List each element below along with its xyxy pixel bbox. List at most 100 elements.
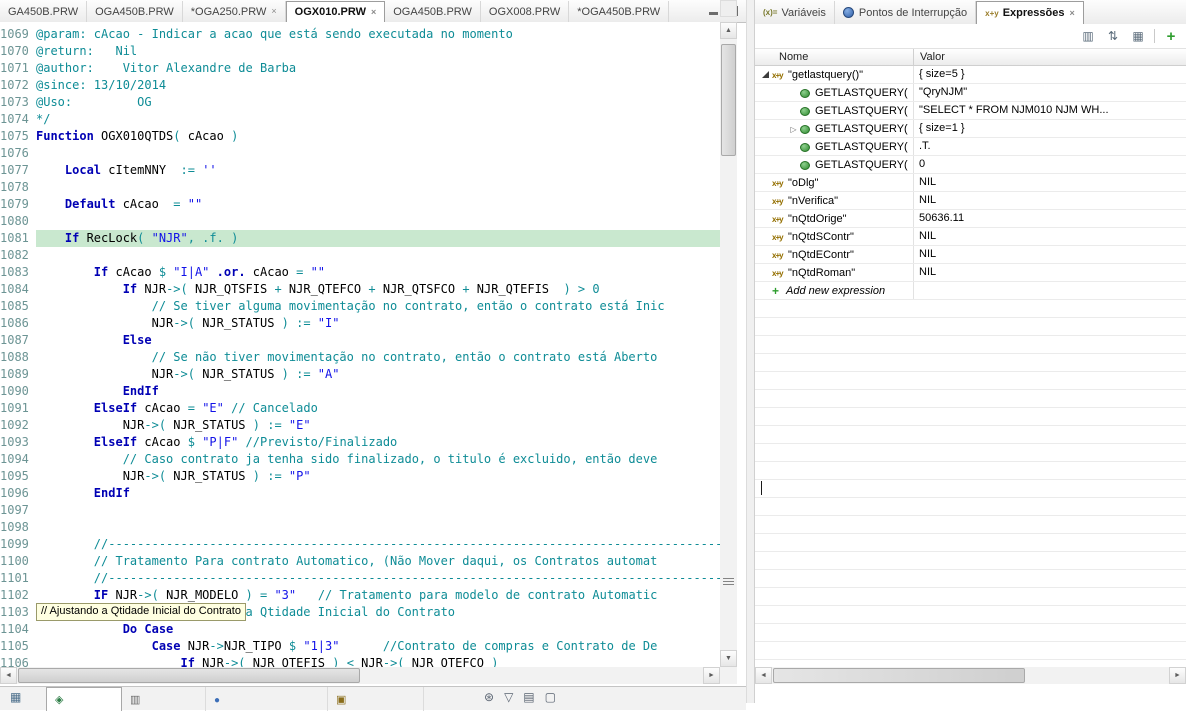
show-type-names-icon[interactable]: ▥: [1079, 27, 1097, 45]
expression-row[interactable]: x+y"nQtdRoman"NIL: [755, 264, 1186, 282]
panel-tab-express-es[interactable]: x+yExpressões×: [976, 1, 1084, 24]
code-line[interactable]: [36, 247, 720, 264]
panel-horizontal-scrollbar[interactable]: ◄ ►: [755, 667, 1186, 684]
editor-tab-oga450b-prw-2[interactable]: OGA450B.PRW: [87, 1, 183, 22]
code-line[interactable]: // Tratamento Para contrato Automatico, …: [36, 553, 720, 570]
close-tab-icon[interactable]: ×: [1069, 9, 1074, 18]
code-line[interactable]: NJR->( NJR_STATUS ) := "A": [36, 366, 720, 383]
expression-name-cell: ▷GETLASTQUERY(: [755, 120, 913, 138]
scroll-down-arrow[interactable]: ▼: [720, 650, 737, 667]
code-line[interactable]: If cAcao $ "I|A" .or. cAcao = "": [36, 264, 720, 281]
code-line[interactable]: [36, 179, 720, 196]
code-line[interactable]: If NJR->( NJR_QTEFIS ) < NJR->( NJR_QTEF…: [36, 655, 720, 667]
code-line[interactable]: // Se não tiver movimentação no contrato…: [36, 349, 720, 366]
code-line[interactable]: IF NJR->( NJR_MODELO ) = "3" // Tratamen…: [36, 587, 720, 604]
save-icon[interactable]: ▤: [523, 690, 534, 704]
editor-horizontal-scrollbar[interactable]: ◄ ►: [0, 667, 737, 684]
add-expression-row[interactable]: +Add new expression: [755, 282, 1186, 300]
code-line[interactable]: EndIf: [36, 383, 720, 400]
expression-row[interactable]: x+y"getlastquery()"{ size=5 }: [755, 66, 1186, 84]
editor-tab-oga250-prw-3[interactable]: *OGA250.PRW×: [183, 1, 286, 22]
current-debug-line[interactable]: If RecLock( "NJR", .f. ): [36, 230, 720, 247]
text-cursor: [761, 481, 762, 495]
code-line[interactable]: // Caso contrato ja tenha sido finalizad…: [36, 451, 720, 468]
show-logical-structures-icon[interactable]: ⇅: [1104, 27, 1122, 45]
code-line[interactable]: EndIf: [36, 485, 720, 502]
minimize-icon[interactable]: [708, 6, 719, 16]
column-header-valor[interactable]: Valor: [913, 49, 945, 67]
scroll-up-arrow[interactable]: ▲: [720, 22, 737, 39]
code-text[interactable]: @param: cAcao - Indicar a acao que está …: [36, 26, 720, 667]
code-line[interactable]: [36, 213, 720, 230]
scroll-left-arrow[interactable]: ◄: [755, 667, 772, 684]
panel-tab-vari-veis[interactable]: (x)=Variáveis: [755, 1, 835, 24]
editor-tab-ogx010-prw-4[interactable]: OGX010.PRW×: [286, 1, 386, 22]
code-line[interactable]: Do Case: [36, 621, 720, 638]
editor-vertical-scrollbar[interactable]: ▲ ▼: [720, 22, 737, 667]
expression-row[interactable]: GETLASTQUERY("QryNJM": [755, 84, 1186, 102]
code-line[interactable]: @Uso: OG: [36, 94, 720, 111]
code-line[interactable]: @return: Nil: [36, 43, 720, 60]
editor-tab-oga450b-prw-7[interactable]: *OGA450B.PRW: [569, 1, 669, 22]
code-line[interactable]: NJR->( NJR_STATUS ) := "P": [36, 468, 720, 485]
expression-row[interactable]: x+y"oDlg"NIL: [755, 174, 1186, 192]
expression-row[interactable]: x+y"nQtdEContr"NIL: [755, 246, 1186, 264]
code-line[interactable]: Local cItemNNY := '': [36, 162, 720, 179]
code-line[interactable]: If NJR->( NJR_QTSFIS + NJR_QTEFCO + NJR_…: [36, 281, 720, 298]
table-icon[interactable]: ▦: [10, 690, 26, 710]
expression-row[interactable]: GETLASTQUERY(0: [755, 156, 1186, 174]
expander-closed-icon[interactable]: ▷: [787, 121, 800, 138]
scroll-right-arrow[interactable]: ►: [1169, 667, 1186, 684]
expression-row[interactable]: GETLASTQUERY("SELECT * FROM NJM010 NJM W…: [755, 102, 1186, 120]
close-tab-icon[interactable]: ×: [271, 7, 276, 16]
filter-icon[interactable]: ▽: [504, 690, 513, 704]
expression-row[interactable]: GETLASTQUERY(.T.: [755, 138, 1186, 156]
code-line[interactable]: */: [36, 111, 720, 128]
code-line[interactable]: // Se tiver alguma movimentação no contr…: [36, 298, 720, 315]
bottom-view-tab-4[interactable]: ▣: [328, 687, 424, 711]
expression-row[interactable]: x+y"nVerifica"NIL: [755, 192, 1186, 210]
code-line[interactable]: //--------------------------------------…: [36, 536, 720, 553]
column-header-nome[interactable]: Nome: [755, 49, 913, 67]
code-line[interactable]: Default cAcao = "": [36, 196, 720, 213]
editor-tab-oga450b-prw-5[interactable]: OGA450B.PRW: [385, 1, 481, 22]
scroll-left-arrow[interactable]: ◄: [0, 667, 17, 684]
code-line[interactable]: ElseIf cAcao $ "P|F" //Previsto/Finaliza…: [36, 434, 720, 451]
code-line[interactable]: Case NJR->NJR_TIPO $ "1|3" //Contrato de…: [36, 638, 720, 655]
line-number: 1096: [0, 485, 34, 502]
expander-open-icon[interactable]: [759, 67, 772, 84]
code-line[interactable]: [36, 519, 720, 536]
scroll-right-arrow[interactable]: ►: [703, 667, 720, 684]
close-tab-icon[interactable]: ×: [371, 8, 376, 17]
bottom-view-tab-3[interactable]: ●: [206, 687, 328, 711]
code-line[interactable]: Else: [36, 332, 720, 349]
horizontal-scroll-thumb[interactable]: [18, 668, 360, 683]
editor-tab-ogx008-prw-6[interactable]: OGX008.PRW: [481, 1, 569, 22]
line-number: 1089: [0, 366, 34, 383]
code-line[interactable]: NJR->( NJR_STATUS ) := "I": [36, 315, 720, 332]
code-line[interactable]: //--------------------------------------…: [36, 570, 720, 587]
bottom-view-tab-2[interactable]: ▥: [122, 687, 206, 711]
code-line[interactable]: Function OGX010QTDS( cAcao ): [36, 128, 720, 145]
code-line[interactable]: NJR->( NJR_STATUS ) := "E": [36, 417, 720, 434]
bottom-view-tab-1[interactable]: ◈: [46, 687, 122, 711]
code-line[interactable]: [36, 145, 720, 162]
console-icon[interactable]: ▢: [545, 690, 556, 704]
expression-row[interactable]: ▷GETLASTQUERY({ size=1 }: [755, 120, 1186, 138]
code-line[interactable]: ElseIf cAcao = "E" // Cancelado: [36, 400, 720, 417]
splitter[interactable]: [746, 0, 755, 703]
collapse-all-icon[interactable]: ▦: [1129, 27, 1147, 45]
horizontal-scroll-thumb[interactable]: [773, 668, 1025, 683]
add-expression-icon[interactable]: +: [1162, 27, 1180, 45]
panel-tab-pontos-de-interrup-o[interactable]: Pontos de Interrupção: [835, 1, 976, 24]
vertical-scroll-thumb[interactable]: [721, 44, 736, 156]
code-line[interactable]: @since: 13/10/2014: [36, 77, 720, 94]
gear-icon[interactable]: ⊛: [484, 690, 494, 704]
code-editor[interactable]: 1069107010711072107310741075107610771078…: [0, 22, 720, 667]
editor-tab-ga450b-prw-1[interactable]: GA450B.PRW: [0, 1, 87, 22]
expression-row[interactable]: x+y"nQtdOrige"50636.11: [755, 210, 1186, 228]
code-line[interactable]: @param: cAcao - Indicar a acao que está …: [36, 26, 720, 43]
code-line[interactable]: [36, 502, 720, 519]
expression-row[interactable]: x+y"nQtdSContr"NIL: [755, 228, 1186, 246]
code-line[interactable]: @author: Vitor Alexandre de Barba: [36, 60, 720, 77]
